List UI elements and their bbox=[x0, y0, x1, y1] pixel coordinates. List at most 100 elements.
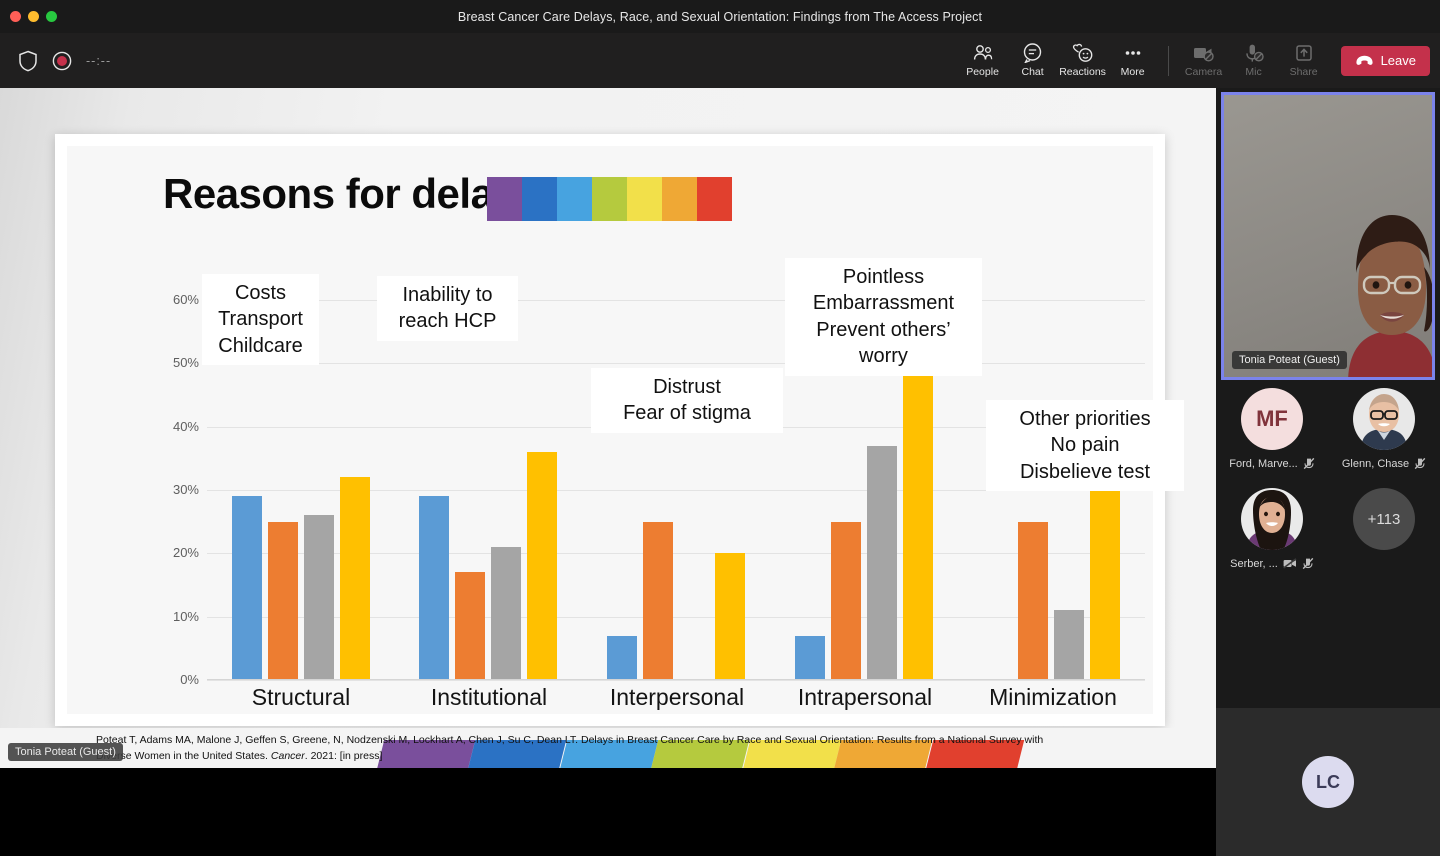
citation-line-1: Poteat T, Adams MA, Malone J, Geffen S, … bbox=[96, 734, 1044, 746]
x-axis-category-label: Interpersonal bbox=[609, 684, 745, 710]
y-axis-tick-label: 30% bbox=[172, 482, 199, 497]
more-button[interactable]: More bbox=[1108, 41, 1158, 80]
callout-line: No pain bbox=[1050, 434, 1120, 457]
people-button-label: People bbox=[966, 65, 999, 78]
bar-group bbox=[582, 300, 770, 680]
participant-name-row: Serber, ... bbox=[1230, 557, 1314, 570]
chat-button-label: Chat bbox=[1021, 66, 1044, 78]
callout-line: Disbelieve test bbox=[1019, 460, 1151, 483]
mic-off-icon bbox=[1303, 457, 1315, 470]
chart-container: Reasons for delaying care 0% 10% 20% 30% 40%… bbox=[67, 146, 1184, 747]
participant-tiles: MF Ford, Marve... Glenn, Chase Serber, ... +… bbox=[1216, 388, 1440, 588]
reactions-button-label: Reactions bbox=[1059, 66, 1106, 78]
stage-presenter-name-tag: Tonia Poteat (Guest) bbox=[8, 743, 123, 761]
rainbow-band bbox=[557, 177, 592, 221]
bar bbox=[267, 521, 298, 680]
overflow-participants-tile[interactable]: +113 bbox=[1328, 488, 1440, 588]
participant-tile[interactable]: MF Ford, Marve... bbox=[1216, 388, 1328, 488]
callout-line: Embarrassment bbox=[812, 292, 955, 315]
y-axis-tick-label: 40% bbox=[172, 418, 199, 434]
chat-button[interactable]: Chat bbox=[1008, 41, 1058, 80]
more-button-label: More bbox=[1120, 66, 1145, 78]
recording-timer: --:-- bbox=[86, 53, 112, 68]
gridline bbox=[207, 680, 1145, 681]
bar bbox=[866, 445, 897, 680]
reactions-button[interactable]: Reactions bbox=[1058, 41, 1108, 80]
rainbow-band bbox=[592, 177, 627, 221]
slide-card: Reasons for delaying care 0% 10% 20% 30% 40%… bbox=[55, 134, 1184, 747]
participant-name: Ford, Marve... bbox=[1229, 457, 1298, 470]
bar bbox=[455, 572, 486, 680]
bar bbox=[714, 553, 745, 680]
mic-off-icon bbox=[1414, 457, 1426, 470]
callout-priorities: Other priorities No pain Disbelieve test bbox=[986, 400, 1184, 492]
bar bbox=[303, 515, 334, 680]
participant-name: Serber, ... bbox=[1230, 557, 1278, 570]
participant-tile[interactable]: Glenn, Chase bbox=[1328, 388, 1440, 488]
bar bbox=[339, 477, 370, 680]
callout-line: Pointless bbox=[842, 266, 925, 288]
citation-band: Poteat T, Adams MA, Malone J, Geffen S, … bbox=[0, 728, 1216, 768]
rainbow-band bbox=[522, 177, 557, 221]
y-axis-tick-label: 20% bbox=[172, 545, 199, 561]
presenter-video-figure bbox=[1348, 215, 1432, 377]
camera-toggle-button[interactable]: Camera bbox=[1179, 41, 1229, 80]
callout-line: Prevent others’ bbox=[816, 318, 951, 341]
bar bbox=[231, 496, 262, 680]
callout-line: Costs bbox=[234, 282, 287, 304]
participant-name-row: Glenn, Chase bbox=[1342, 457, 1426, 470]
share-button-label: Share bbox=[1289, 66, 1318, 78]
participant-name: Glenn, Chase bbox=[1341, 457, 1410, 470]
toolbar-right-group: People Chat Reactions More Camera Mic Sh… bbox=[958, 41, 1430, 80]
mic-button-label: Mic bbox=[1245, 66, 1262, 78]
bottom-participant-tile[interactable]: LC bbox=[1216, 708, 1440, 856]
avatar bbox=[1241, 488, 1303, 550]
rainbow-band bbox=[662, 177, 697, 221]
x-axis-category-label: Minimization bbox=[989, 684, 1117, 710]
bar bbox=[606, 635, 637, 680]
citation-journal: Cancer bbox=[270, 750, 305, 763]
meeting-title: Breast Cancer Care Delays, Race, and Sex… bbox=[457, 9, 983, 24]
record-icon[interactable] bbox=[52, 51, 72, 71]
rainbow-stripe-top bbox=[487, 177, 732, 221]
mic-toggle-button[interactable]: Mic bbox=[1229, 41, 1279, 80]
rainbow-band bbox=[627, 177, 662, 221]
callout-line: Other priorities bbox=[1019, 408, 1151, 430]
overflow-count-label: +113 bbox=[1353, 488, 1415, 550]
spotlight-video-tile[interactable]: Tonia Poteat (Guest) bbox=[1221, 92, 1435, 380]
leave-button-label: Leave bbox=[1380, 53, 1416, 68]
bar bbox=[902, 357, 933, 680]
camera-button-label: Camera bbox=[1184, 66, 1223, 78]
bar bbox=[1090, 477, 1121, 680]
chart-x-axis-line bbox=[207, 679, 1145, 680]
bar bbox=[1054, 610, 1085, 680]
bar bbox=[419, 496, 450, 680]
callout-costs: Costs Transport Childcare bbox=[202, 274, 319, 366]
x-axis-category-label: Structural bbox=[251, 684, 351, 710]
toolbar-divider bbox=[1167, 45, 1169, 76]
citation-line-2: Diverse Women in the United States. Canc… bbox=[96, 748, 1156, 764]
avatar bbox=[1353, 388, 1415, 450]
y-axis-tick-label: 10% bbox=[172, 608, 199, 624]
callout-distrust: Distrust Fear of stigma bbox=[591, 368, 783, 433]
y-axis-tick-label: 60% bbox=[172, 292, 199, 307]
participant-tile[interactable]: Serber, ... bbox=[1216, 488, 1328, 588]
participants-rail: Tonia Poteat (Guest) MF Ford, Marve... Gle… bbox=[1216, 88, 1440, 856]
callout-line: Transport bbox=[218, 308, 303, 331]
shield-icon[interactable] bbox=[18, 50, 38, 72]
spotlight-name-label: Tonia Poteat (Guest) bbox=[1232, 351, 1347, 369]
slide-citation: Poteat T, Adams MA, Malone J, Geffen S, … bbox=[96, 732, 1156, 765]
people-button[interactable]: People bbox=[958, 42, 1008, 80]
callout-line: Inability to bbox=[402, 284, 493, 306]
mic-off-icon bbox=[1302, 557, 1314, 570]
bar bbox=[527, 452, 558, 680]
window-title-bar: Breast Cancer Care Delays, Race, and Sex… bbox=[0, 0, 1440, 33]
callout-line: reach HCP bbox=[398, 310, 497, 333]
callout-line: Childcare bbox=[218, 334, 303, 357]
rainbow-band bbox=[487, 177, 522, 221]
bar bbox=[830, 521, 861, 680]
y-axis-tick-label: 0% bbox=[180, 672, 199, 687]
share-button[interactable]: Share bbox=[1279, 41, 1329, 80]
shared-content-stage[interactable]: Reasons for delaying care 0% 10% 20% 30% 40%… bbox=[0, 88, 1216, 768]
leave-button[interactable]: Leave bbox=[1340, 45, 1430, 76]
